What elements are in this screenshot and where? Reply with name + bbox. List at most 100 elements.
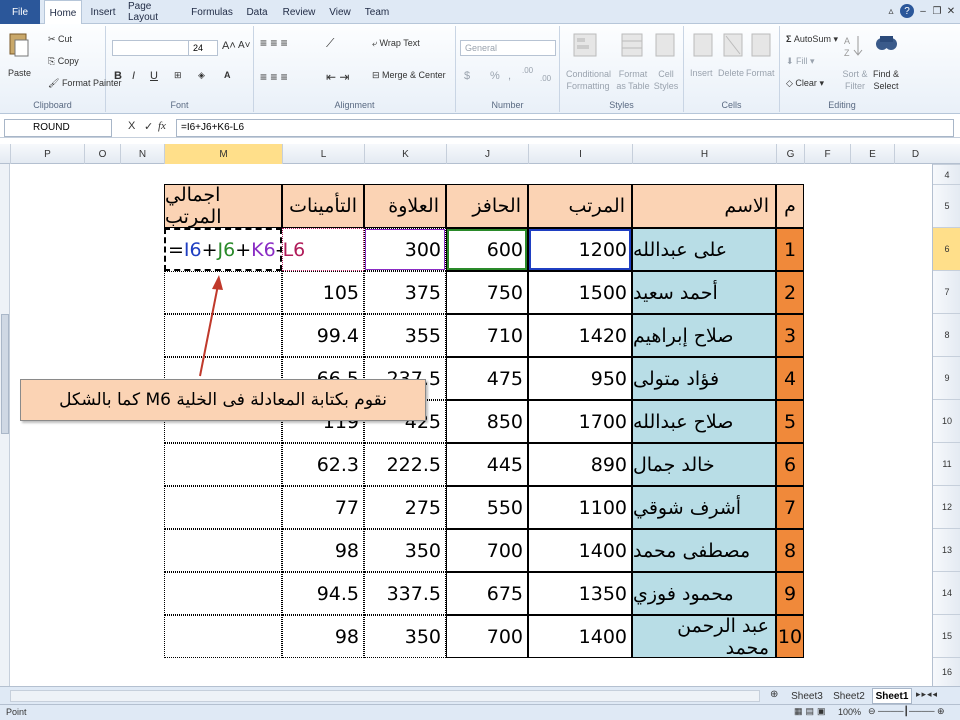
cell-incentive[interactable]: 850: [446, 400, 528, 443]
header-incentive[interactable]: الحافز: [446, 184, 528, 228]
cell-idx[interactable]: 6: [776, 443, 804, 486]
cell-idx[interactable]: 4: [776, 357, 804, 400]
paste-button[interactable]: Paste: [8, 68, 31, 78]
active-cell-formula[interactable]: = I6 + J6 + K6- L6: [164, 228, 305, 271]
column-header-e[interactable]: E: [850, 144, 894, 164]
cell-insurance[interactable]: 98: [282, 615, 364, 658]
insert-cells-button[interactable]: Insert: [690, 68, 713, 78]
clear-button[interactable]: ◇ Clear ▾: [786, 78, 824, 89]
cell-styles-icon[interactable]: [654, 32, 676, 58]
borders-icon[interactable]: ⊞: [174, 70, 182, 81]
decrease-decimal-icon[interactable]: .00: [540, 74, 551, 83]
close-window-icon[interactable]: ✕: [944, 4, 958, 18]
name-box[interactable]: ROUND: [4, 119, 112, 137]
cell-salary[interactable]: 1350: [528, 572, 632, 615]
header-salary[interactable]: المرتب: [528, 184, 632, 228]
row-header-5[interactable]: 5: [933, 184, 960, 227]
increase-decimal-icon[interactable]: .00: [522, 66, 533, 75]
cell-incentive[interactable]: 700: [446, 615, 528, 658]
row-header-16[interactable]: 16: [933, 657, 960, 686]
insert-cells-icon[interactable]: [692, 32, 714, 58]
cell-idx[interactable]: 2: [776, 271, 804, 314]
cell-bonus[interactable]: 355: [364, 314, 446, 357]
merge-center-button[interactable]: ⊟ Merge & Center: [372, 70, 446, 81]
format-table-icon[interactable]: [620, 32, 644, 58]
italic-button[interactable]: I: [132, 70, 135, 82]
zoom-slider[interactable]: ⊖ ────┃──── ⊕: [868, 706, 945, 717]
cell-total[interactable]: [164, 572, 282, 615]
column-header-d[interactable]: D: [894, 144, 936, 164]
autosum-button[interactable]: Σ AutoSum ▾: [786, 34, 838, 45]
cell-salary[interactable]: 1100: [528, 486, 632, 529]
cell-salary[interactable]: 890: [528, 443, 632, 486]
fill-color-icon[interactable]: ◈: [198, 70, 205, 81]
format-as-table-button[interactable]: Format as Table: [616, 68, 650, 92]
delete-cells-button[interactable]: Delete: [718, 68, 744, 78]
header-insurance[interactable]: التأمينات: [282, 184, 364, 228]
cell-total[interactable]: [164, 443, 282, 486]
font-size-box[interactable]: 24: [188, 40, 218, 56]
cut-button[interactable]: ✂ Cut: [48, 34, 72, 45]
shrink-font-button[interactable]: A˅: [238, 40, 251, 51]
bold-button[interactable]: B: [114, 70, 122, 82]
indent-icon[interactable]: ⇤ ⇥: [326, 70, 349, 84]
tab-review[interactable]: Review: [280, 0, 318, 24]
header-name[interactable]: الاسم: [632, 184, 776, 228]
column-header-f[interactable]: F: [804, 144, 850, 164]
cell-name[interactable]: محمود فوزي: [632, 572, 776, 615]
cell-bonus[interactable]: 300: [364, 228, 446, 271]
find-select-button[interactable]: Find & Select: [870, 68, 902, 92]
format-cells-button[interactable]: Format: [746, 68, 775, 78]
cell-name[interactable]: عبد الرحمن محمد: [632, 615, 776, 659]
cell-incentive[interactable]: 600: [446, 228, 528, 271]
column-header-m[interactable]: M: [164, 144, 282, 164]
tab-team[interactable]: Team: [362, 0, 392, 24]
cell-name[interactable]: مصطفى محمد: [632, 529, 776, 572]
cell-bonus[interactable]: 222.5: [364, 443, 446, 486]
cell-insurance[interactable]: 77: [282, 486, 364, 529]
cell-bonus[interactable]: 375: [364, 271, 446, 314]
cell-salary[interactable]: 1400: [528, 615, 632, 658]
view-buttons-icon[interactable]: ▦▤▣: [794, 706, 829, 717]
column-header-o[interactable]: O: [84, 144, 120, 164]
cell-name[interactable]: صلاح عبدالله: [632, 400, 776, 443]
minimize-window-icon[interactable]: –: [916, 4, 930, 18]
cell-name[interactable]: صلاح إبراهيم: [632, 314, 776, 357]
row-header-11[interactable]: 11: [933, 442, 960, 485]
percent-icon[interactable]: %: [490, 70, 500, 82]
conditional-formatting-button[interactable]: Conditional Formatting: [566, 68, 611, 92]
cell-bonus[interactable]: 350: [364, 529, 446, 572]
grow-font-button[interactable]: A˄: [222, 40, 236, 52]
cell-bonus[interactable]: 337.5: [364, 572, 446, 615]
font-name-box[interactable]: [112, 40, 190, 56]
sheet-nav-arrows-icon[interactable]: ▸▸◂◂: [916, 689, 938, 700]
cell-idx[interactable]: 10: [776, 615, 804, 658]
cell-insurance[interactable]: [282, 228, 364, 271]
cell-idx[interactable]: 9: [776, 572, 804, 615]
cell-salary[interactable]: 1420: [528, 314, 632, 357]
sort-filter-icon[interactable]: AZ: [842, 32, 864, 58]
fill-button[interactable]: ⬇ Fill ▾: [786, 56, 815, 67]
wrap-text-button[interactable]: ⤶ Wrap Text: [372, 38, 420, 49]
cell-total[interactable]: [164, 529, 282, 572]
zoom-level[interactable]: 100%: [838, 707, 861, 717]
cell-incentive[interactable]: 710: [446, 314, 528, 357]
cell-incentive[interactable]: 550: [446, 486, 528, 529]
tab-page-layout[interactable]: Page Layout: [128, 0, 182, 24]
top-align-icon[interactable]: ≡ ≡ ≡: [260, 36, 288, 50]
delete-cells-icon[interactable]: [722, 32, 744, 58]
row-header-15[interactable]: 15: [933, 614, 960, 657]
row-header-7[interactable]: 7: [933, 270, 960, 313]
paste-icon[interactable]: [8, 30, 30, 58]
orientation-icon[interactable]: ⟋: [326, 36, 334, 51]
cell-idx[interactable]: 5: [776, 400, 804, 443]
font-color-icon[interactable]: A: [224, 70, 231, 80]
new-sheet-icon[interactable]: ⊕: [770, 689, 778, 700]
column-header-p[interactable]: P: [10, 144, 84, 164]
formula-input[interactable]: =I6+J6+K6-L6: [176, 119, 954, 137]
column-header-j[interactable]: J: [446, 144, 528, 164]
cell-total[interactable]: [164, 486, 282, 529]
cancel-icon[interactable]: X: [128, 120, 135, 132]
cell-salary[interactable]: 1400: [528, 529, 632, 572]
cell-idx[interactable]: 7: [776, 486, 804, 529]
